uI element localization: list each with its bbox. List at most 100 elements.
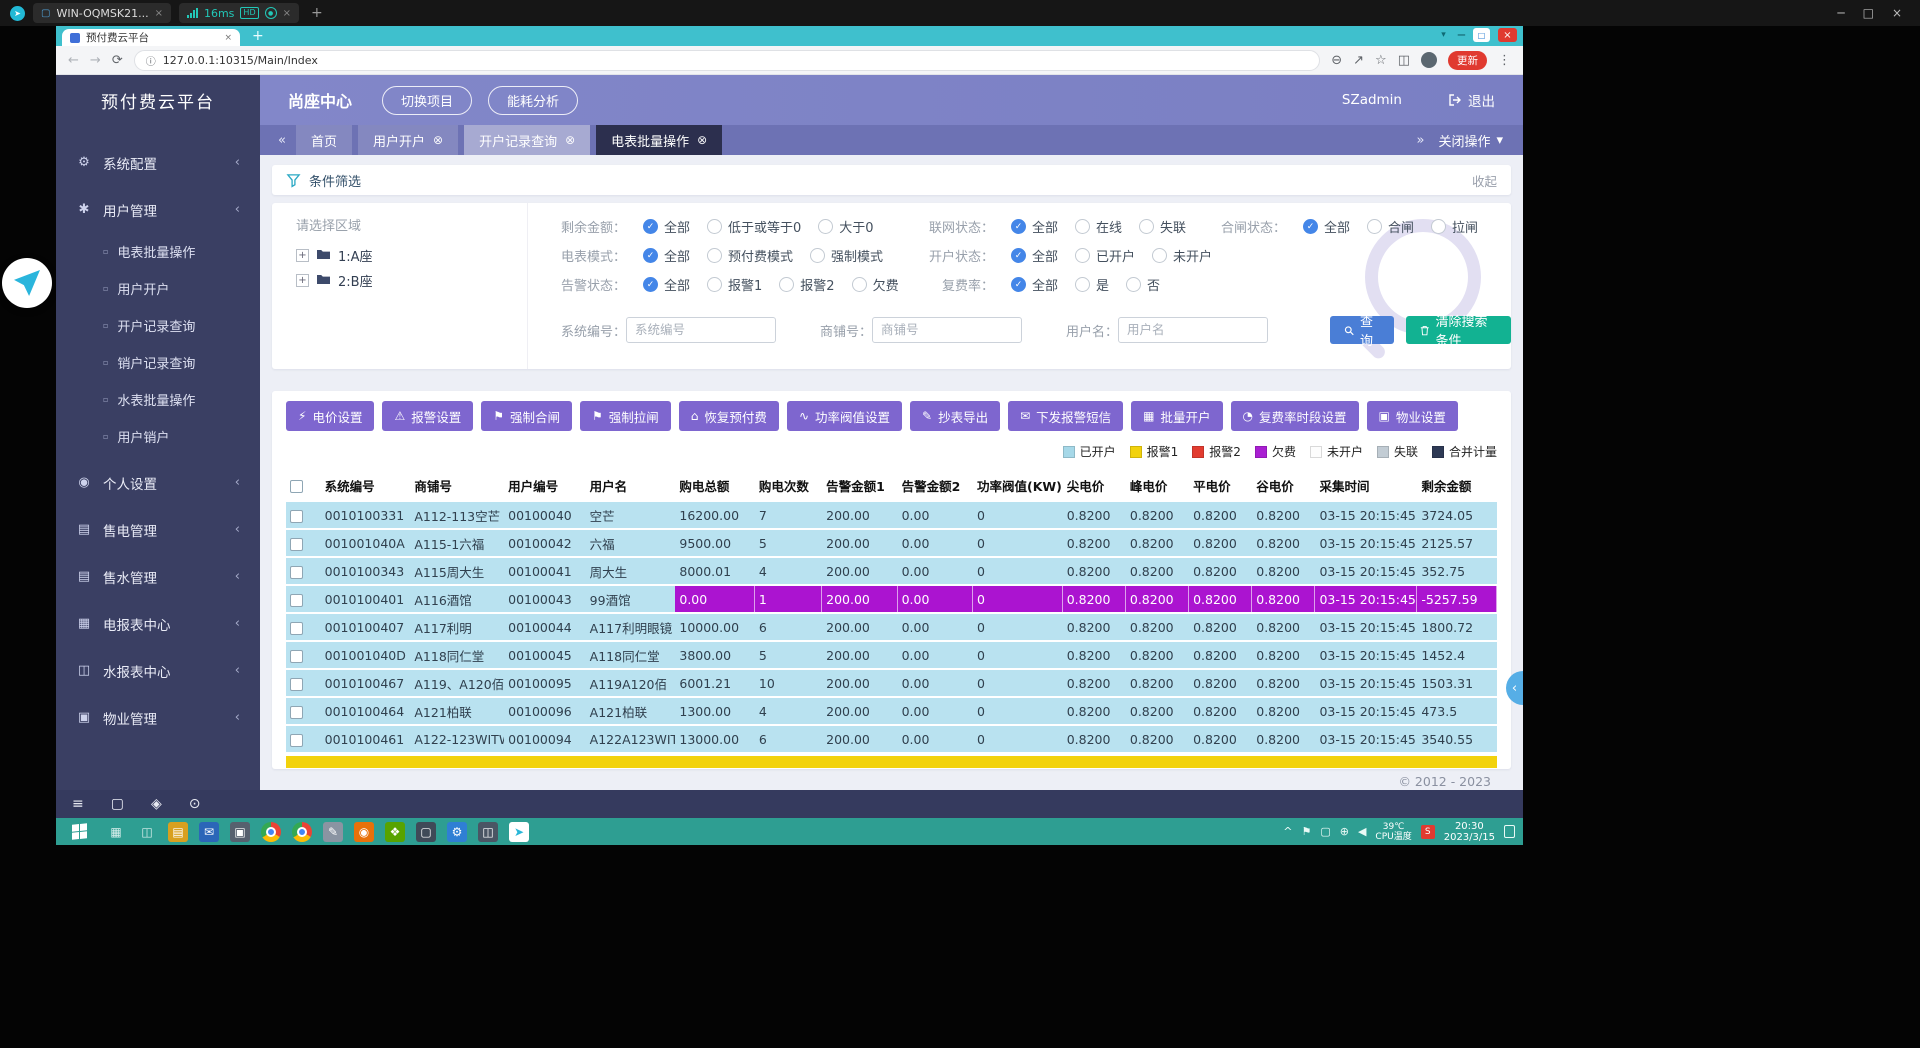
remote-session-tab[interactable]: ▢ WIN-OQMSK21... × (33, 3, 171, 23)
checkbox-checked-icon[interactable]: ✓ (1303, 219, 1318, 234)
table-row[interactable]: 0010100407A117利明00100044A117利明眼镜10000.00… (286, 614, 1497, 640)
table-row[interactable]: 0010100343A115周大生00100041周大生8000.014200.… (286, 558, 1497, 584)
rd-minimize-button[interactable]: ─ (1837, 6, 1844, 20)
checkbox-icon[interactable] (1075, 248, 1090, 263)
row-checkbox[interactable] (290, 650, 303, 663)
menu-dots-icon[interactable]: ⋮ (1498, 53, 1511, 68)
close-tab-icon[interactable]: ⊗ (697, 133, 707, 147)
row-checkbox[interactable] (290, 538, 303, 551)
checkbox-icon[interactable] (1152, 248, 1167, 263)
row-checkbox[interactable] (290, 622, 303, 635)
sidebar-subitem[interactable]: ▫水表批量操作 (56, 381, 260, 418)
sidebar-subitem[interactable]: ▫用户开户 (56, 270, 260, 307)
site-info-icon[interactable]: ⓘ (146, 53, 156, 68)
close-session-icon[interactable]: × (155, 8, 163, 19)
switch-project-button[interactable]: 切换项目 (382, 86, 472, 115)
filter-option[interactable]: ✓全部 (1011, 275, 1058, 294)
close-operations-dropdown[interactable]: 关闭操作 ▾ (1430, 131, 1511, 150)
chrome-icon-2[interactable] (292, 822, 312, 842)
latency-tab[interactable]: 16ms HD ● × (179, 3, 299, 23)
collapse-button[interactable]: 收起 (1472, 171, 1497, 190)
plus-tray-icon[interactable]: ⊕ (1340, 825, 1349, 838)
toolbar-button[interactable]: ⚠报警设置 (382, 401, 473, 431)
green-app-icon[interactable]: ❖ (385, 822, 405, 842)
checkbox-icon[interactable] (1367, 219, 1382, 234)
tab[interactable]: 首页 (296, 125, 352, 155)
expand-icon[interactable]: + (296, 274, 309, 287)
table-row[interactable]: 0010100331A112-113空芒（00100040空芒16200.007… (286, 502, 1497, 528)
flag-icon[interactable]: ⚑ (1301, 825, 1311, 838)
tab[interactable]: 开户记录查询⊗ (464, 125, 590, 155)
volume-icon[interactable]: ◀ (1358, 825, 1366, 838)
tree-node[interactable]: +1:A座 (296, 243, 527, 268)
sidebar-item[interactable]: ◫水报表中心‹ (56, 647, 260, 694)
taskbar-clock[interactable]: 20:30 2023/3/15 (1444, 821, 1495, 843)
toolbar-button[interactable]: ▦批量开户 (1131, 401, 1222, 431)
checkbox-icon[interactable] (818, 219, 833, 234)
logout-button[interactable]: 退出 (1448, 90, 1495, 110)
mail-app-icon[interactable]: ✉ (199, 822, 219, 842)
todesk-app-icon[interactable]: ➤ (509, 822, 529, 842)
scroll-tabs-right-icon[interactable]: » (1410, 133, 1430, 148)
checkbox-checked-icon[interactable]: ✓ (643, 277, 658, 292)
share-icon[interactable]: ↗ (1353, 53, 1364, 68)
window-menu-icon[interactable]: ▾ (1441, 30, 1446, 40)
sidebar-item[interactable]: ▦电报表中心‹ (56, 600, 260, 647)
table-row[interactable]: 001001040AA115-1六福00100042六福9500.005200.… (286, 530, 1497, 556)
shop-number-input[interactable] (872, 317, 1022, 343)
notifications-icon[interactable] (1504, 825, 1515, 838)
tray-expand-icon[interactable]: ^ (1283, 825, 1292, 838)
bookmark-star-icon[interactable]: ☆ (1375, 53, 1387, 68)
table-row[interactable]: 0010100467A119、A120佰00100095A119A120佰600… (286, 670, 1497, 696)
row-checkbox[interactable] (290, 734, 303, 747)
row-checkbox[interactable] (290, 706, 303, 719)
window-app-icon[interactable]: ▢ (416, 822, 436, 842)
energy-analysis-button[interactable]: 能耗分析 (488, 86, 578, 115)
browser-close-button[interactable]: × (1498, 28, 1517, 42)
checkbox-icon[interactable] (1075, 219, 1090, 234)
checkbox-checked-icon[interactable]: ✓ (1011, 248, 1026, 263)
filter-option[interactable]: ✓全部 (643, 217, 690, 236)
expand-icon[interactable]: + (296, 249, 309, 262)
toolbar-button[interactable]: ⌂恢复预付费 (679, 401, 779, 431)
checkbox-icon[interactable] (779, 277, 794, 292)
filter-option[interactable]: ✓全部 (643, 246, 690, 265)
tab-active[interactable]: 电表批量操作⊗ (596, 125, 722, 155)
filter-option[interactable]: ✓全部 (1011, 217, 1058, 236)
filter-option[interactable]: 大于0 (818, 217, 873, 236)
checkbox-icon[interactable] (707, 248, 722, 263)
filter-option[interactable]: ✓全部 (1011, 246, 1058, 265)
chrome-icon[interactable] (261, 822, 281, 842)
filter-option[interactable]: 拉闸 (1431, 217, 1478, 236)
toolbar-button[interactable]: ✉下发报警短信 (1008, 401, 1123, 431)
clear-search-button[interactable]: 清除搜索条件 (1406, 316, 1511, 344)
tab[interactable]: 用户开户⊗ (358, 125, 458, 155)
table-row[interactable]: 0010100464A121柏联00100096A121柏联1300.00420… (286, 698, 1497, 724)
lock-icon[interactable]: ◈ (151, 796, 162, 812)
url-bar[interactable]: ⓘ 127.0.0.1:10315/Main/Index (134, 50, 1321, 71)
filter-option[interactable]: 已开户 (1075, 246, 1135, 265)
toolbar-button[interactable]: ▣物业设置 (1367, 401, 1458, 431)
filter-option[interactable]: 低于或等于0 (707, 217, 801, 236)
rd-maximize-button[interactable]: □ (1863, 6, 1874, 20)
file-explorer-icon[interactable]: ▤ (168, 822, 188, 842)
filter-option[interactable]: 是 (1075, 275, 1109, 294)
close-tab-icon[interactable]: × (224, 33, 232, 43)
table-row[interactable]: 0010100461A122-123WITW00100094A122A123WI… (286, 726, 1497, 752)
filter-option[interactable]: 报警1 (707, 275, 762, 294)
forward-icon[interactable]: → (90, 53, 101, 68)
settings-app-icon[interactable]: ⚙ (447, 822, 467, 842)
sidebar-item[interactable]: ▤售水管理‹ (56, 553, 260, 600)
checkbox-icon[interactable] (810, 248, 825, 263)
browser-minimize-button[interactable]: ─ (1458, 30, 1465, 40)
browser-maximize-button[interactable]: □ (1473, 28, 1490, 42)
row-checkbox[interactable] (290, 678, 303, 691)
sidebar-item[interactable]: ▣物业管理‹ (56, 694, 260, 741)
sidebar-item[interactable]: ⚙系统配置‹ (56, 139, 260, 186)
photos-app-icon[interactable]: ▣ (230, 822, 250, 842)
sidebar-subitem[interactable]: ▫销户记录查询 (56, 344, 260, 381)
display-tray-icon[interactable]: ▢ (1320, 825, 1330, 838)
pinned-apps-icon[interactable]: ▦ (106, 822, 126, 842)
filter-option[interactable]: 强制模式 (810, 246, 883, 265)
reload-icon[interactable]: ⟳ (112, 53, 123, 68)
